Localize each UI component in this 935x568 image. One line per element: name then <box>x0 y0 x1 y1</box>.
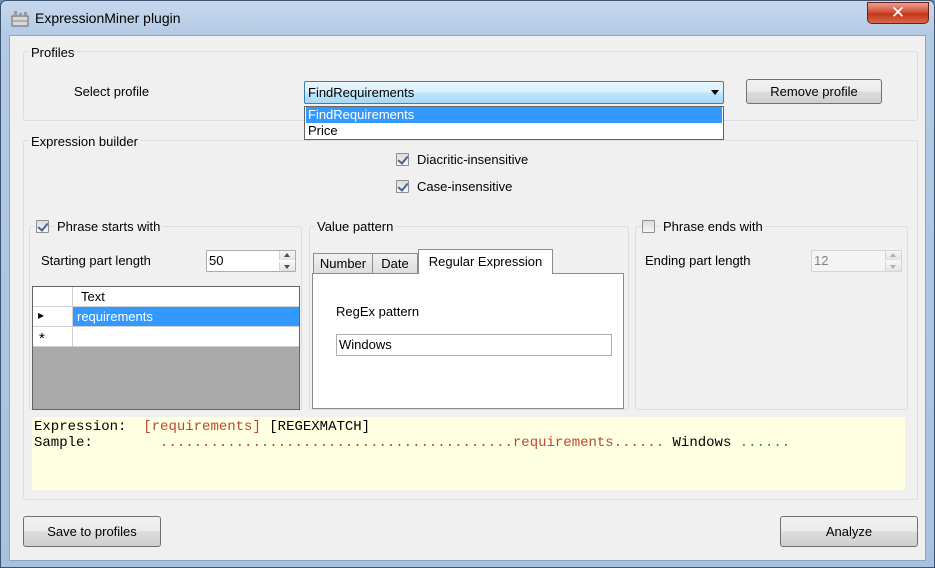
save-to-profiles-button[interactable]: Save to profiles <box>23 516 161 547</box>
case-label: Case-insensitive <box>417 179 513 194</box>
spin-down-button[interactable] <box>885 262 901 271</box>
expression-builder-group-label: Expression builder <box>29 134 140 149</box>
starting-length-stepper[interactable]: 50 <box>206 250 296 272</box>
regex-pattern-label: RegEx pattern <box>336 304 420 319</box>
chevron-up-icon <box>284 253 290 257</box>
client-area: Profiles Select profile FindRequirements… <box>9 35 926 561</box>
phrase-start-grid[interactable]: Text ▸ requirements * <box>32 286 300 410</box>
tab-regular-expression[interactable]: Regular Expression <box>418 249 553 274</box>
grid-corner <box>33 287 73 306</box>
expression-start: [requirements] <box>143 419 261 435</box>
ending-length-stepper[interactable]: 12 <box>811 250 902 272</box>
diacritic-label: Diacritic-insensitive <box>417 152 529 167</box>
chevron-down-icon <box>284 265 290 269</box>
grid-new-row-cell[interactable] <box>73 327 299 347</box>
expression-value: [REGEXMATCH] <box>269 419 371 435</box>
chevron-down-icon <box>711 90 719 95</box>
chevron-down-icon <box>890 265 896 269</box>
sample-value: Windows <box>672 435 732 451</box>
grid-cell-text[interactable]: requirements <box>73 307 299 327</box>
spin-up-button[interactable] <box>885 251 901 260</box>
regex-tab-page: RegEx pattern Windows <box>312 273 624 409</box>
sample-end: ...... <box>739 435 791 451</box>
starting-length-value: 50 <box>209 253 224 268</box>
case-checkbox[interactable] <box>396 180 409 193</box>
sample-line: Sample: ................................… <box>34 435 790 451</box>
regex-pattern-input[interactable]: Windows <box>336 334 612 356</box>
analyze-button[interactable]: Analyze <box>780 516 918 547</box>
spin-down-button[interactable] <box>279 262 295 271</box>
grid-row-header[interactable]: ▸ <box>33 307 73 327</box>
remove-profile-button[interactable]: Remove profile <box>746 79 882 104</box>
sample-start: ........................................… <box>160 435 665 451</box>
tab-date[interactable]: Date <box>372 253 418 274</box>
close-button[interactable]: ✕ <box>867 2 929 24</box>
window-title: ExpressionMiner plugin <box>35 10 181 26</box>
diacritic-checkbox[interactable] <box>396 153 409 166</box>
profile-option-price[interactable]: Price <box>306 123 722 139</box>
profiles-group-label: Profiles <box>29 45 77 60</box>
title-bar[interactable]: ExpressionMiner plugin ✕ <box>1 1 934 35</box>
sample-label: Sample: <box>34 435 93 451</box>
select-profile-label: Select profile <box>74 84 150 99</box>
profile-select-value: FindRequirements <box>308 85 415 100</box>
expression-label: Expression: <box>34 419 127 435</box>
app-icon <box>11 11 29 27</box>
ending-length-value: 12 <box>814 253 829 268</box>
profile-option-findrequirements[interactable]: FindRequirements <box>306 107 722 123</box>
grid-column-header-text[interactable]: Text <box>81 289 105 304</box>
phrase-ends-checkbox[interactable] <box>642 220 655 233</box>
expression-preview: Expression: [requirements] [REGEXMATCH] … <box>32 417 905 490</box>
starting-length-label: Starting part length <box>41 253 151 268</box>
chevron-up-icon <box>890 253 896 257</box>
tab-number[interactable]: Number <box>313 253 373 274</box>
expression-line: Expression: [requirements] [REGEXMATCH] <box>34 419 370 435</box>
grid-header: Text <box>33 287 299 307</box>
ending-length-label: Ending part length <box>645 253 751 268</box>
phrase-ends-label: Phrase ends with <box>661 219 765 234</box>
phrase-starts-label: Phrase starts with <box>55 219 163 234</box>
profile-select[interactable]: FindRequirements <box>304 81 724 104</box>
phrase-starts-checkbox[interactable] <box>36 220 49 233</box>
current-row-icon: ▸ <box>38 308 45 322</box>
plugin-window: ExpressionMiner plugin ✕ Profiles Select… <box>0 0 935 568</box>
value-pattern-label: Value pattern <box>315 219 396 234</box>
grid-new-row-header[interactable]: * <box>33 327 73 347</box>
new-row-icon: * <box>39 330 45 347</box>
profile-dropdown-list: FindRequirements Price <box>304 106 724 140</box>
spin-up-button[interactable] <box>279 251 295 260</box>
close-icon: ✕ <box>890 3 906 22</box>
